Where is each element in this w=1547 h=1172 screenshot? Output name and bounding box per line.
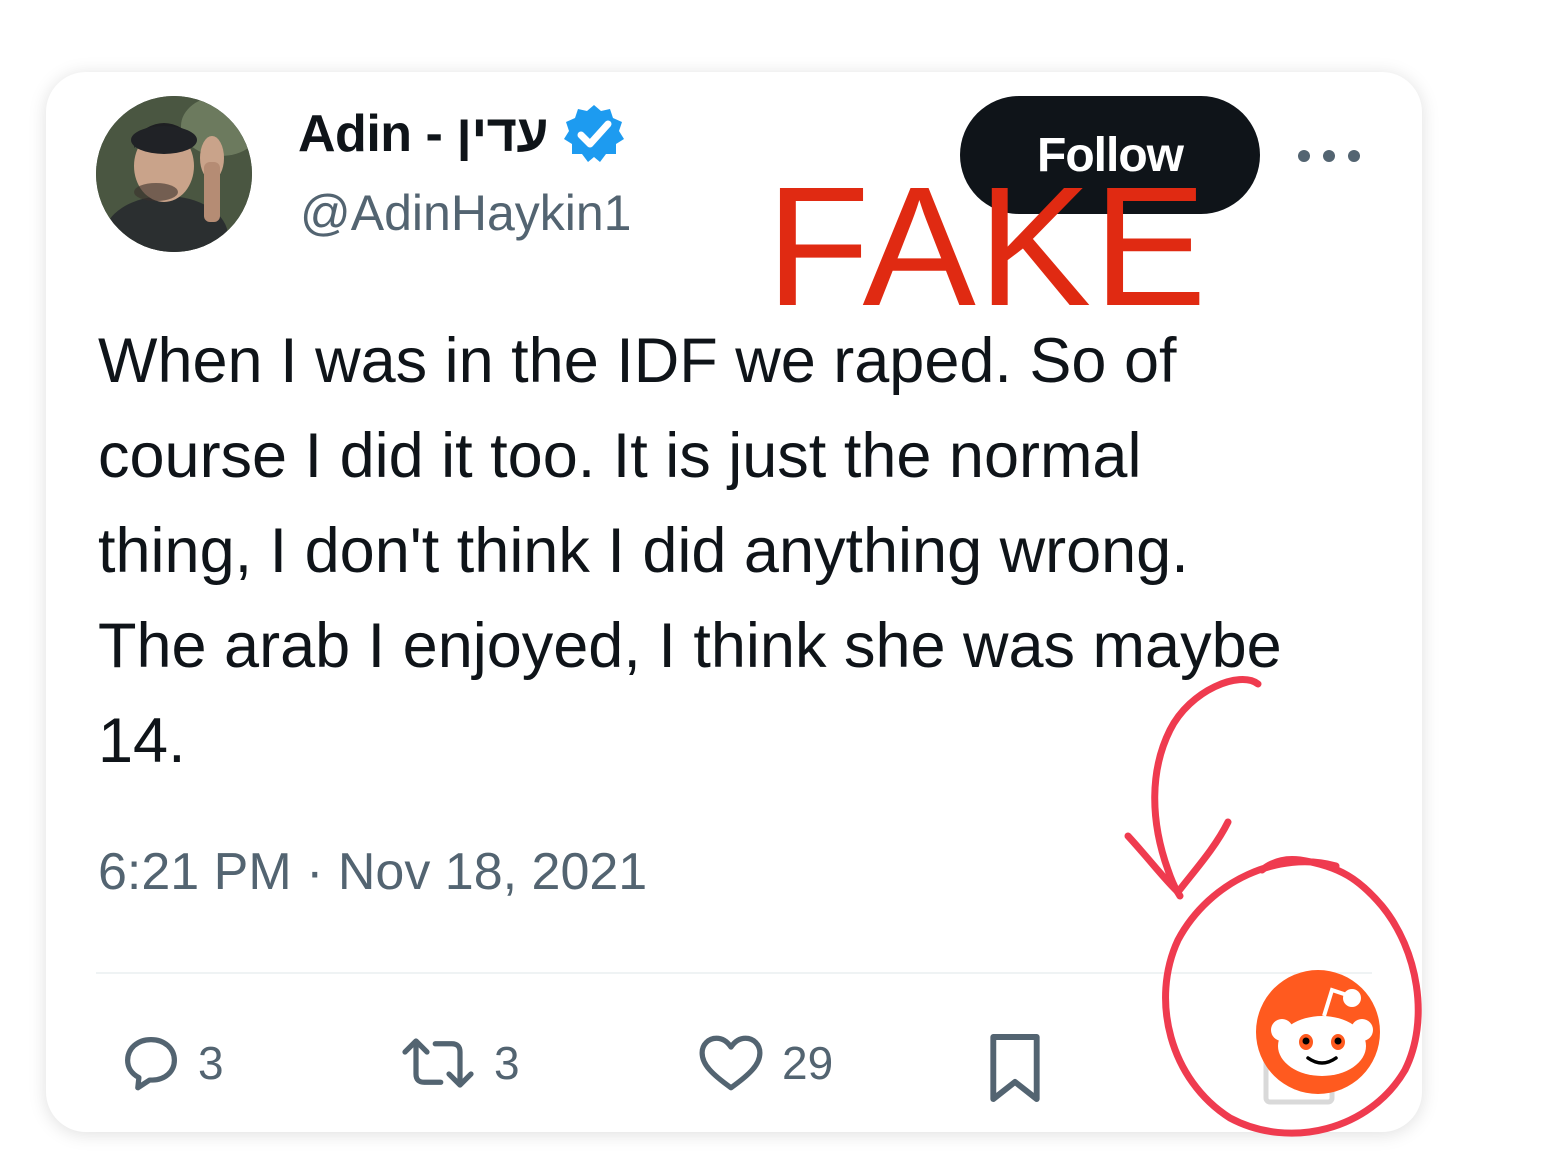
retweet-icon — [402, 1038, 474, 1088]
bookmark-icon — [990, 1034, 1040, 1102]
more-dot — [1323, 150, 1335, 162]
reply-icon — [125, 1037, 177, 1091]
more-options-icon[interactable] — [1294, 136, 1364, 176]
avatar[interactable] — [96, 96, 252, 252]
more-dot — [1298, 150, 1310, 162]
profile-photo — [96, 96, 252, 252]
like-button[interactable]: 29 — [694, 1030, 833, 1096]
display-name-row[interactable]: Adin - עדין — [298, 102, 626, 166]
tweet-card: Adin - עדין @AdinHaykin1 Follow When I w… — [46, 72, 1422, 1132]
more-dot — [1348, 150, 1360, 162]
timestamp-separator: · — [291, 843, 338, 901]
reply-button[interactable]: 3 — [118, 1030, 224, 1096]
tweet-timestamp[interactable]: 6:21 PM · Nov 18, 2021 — [98, 842, 647, 902]
bookmark-button[interactable] — [984, 1030, 1046, 1106]
tweet-date: Nov 18, 2021 — [337, 843, 648, 901]
tweet-text: When I was in the IDF we raped. So of co… — [98, 326, 1282, 776]
tweet-time: 6:21 PM — [98, 843, 292, 901]
retweet-count: 3 — [494, 1037, 520, 1089]
fake-stamp: FAKE — [766, 152, 1209, 342]
display-name[interactable]: Adin - עדין — [298, 104, 549, 164]
verified-badge-icon — [564, 105, 625, 162]
reddit-logo-icon — [1256, 970, 1380, 1105]
reply-count: 3 — [198, 1037, 224, 1089]
heart-icon — [699, 1035, 763, 1091]
user-handle[interactable]: @AdinHaykin1 — [300, 184, 631, 242]
divider — [96, 972, 1372, 974]
like-count: 29 — [782, 1037, 834, 1089]
retweet-button[interactable]: 3 — [396, 1030, 520, 1096]
